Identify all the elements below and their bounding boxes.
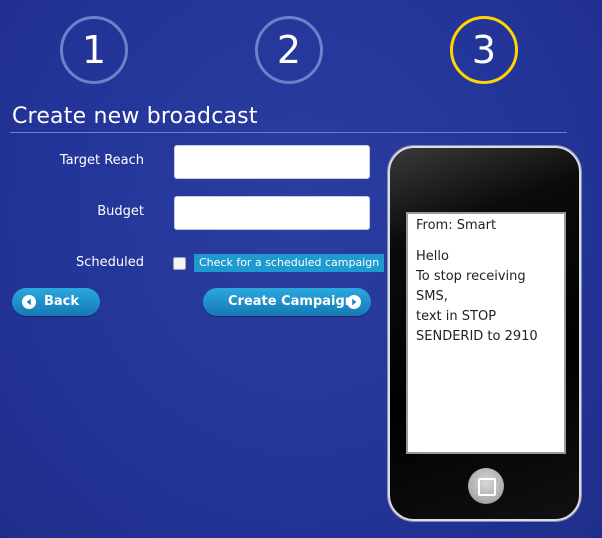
sms-line: SENDERID to 2910 bbox=[416, 329, 538, 344]
step-3-indicator: 3 bbox=[450, 16, 518, 84]
target-reach-label: Target Reach bbox=[59, 153, 144, 168]
create-campaign-button[interactable]: Create Campaign bbox=[203, 288, 371, 316]
scheduled-hint-label: Check for a scheduled campaign bbox=[194, 254, 385, 272]
back-button-label: Back bbox=[44, 294, 80, 309]
sms-message-body: Hello To stop receiving SMS, text in STO… bbox=[416, 247, 556, 347]
step-2-indicator: 2 bbox=[255, 16, 323, 84]
title-divider bbox=[10, 132, 567, 133]
sms-line: text in STOP bbox=[416, 309, 497, 324]
budget-input[interactable] bbox=[174, 196, 370, 230]
home-square-icon bbox=[478, 478, 496, 496]
sms-line: To stop receiving SMS, bbox=[416, 269, 526, 304]
back-button[interactable]: Back bbox=[12, 288, 100, 316]
budget-label: Budget bbox=[97, 204, 144, 219]
step-1-indicator: 1 bbox=[60, 16, 128, 84]
scheduled-label: Scheduled bbox=[76, 255, 144, 270]
sms-sender: From: Smart bbox=[416, 218, 497, 233]
arrow-left-circle-icon bbox=[22, 295, 36, 309]
sms-line: Hello bbox=[416, 249, 449, 264]
phone-preview: From: Smart Hello To stop receiving SMS,… bbox=[388, 146, 581, 521]
sms-preview-screen: From: Smart Hello To stop receiving SMS,… bbox=[406, 212, 566, 454]
home-button-icon bbox=[468, 468, 504, 504]
target-reach-input[interactable] bbox=[174, 145, 370, 179]
arrow-right-circle-icon bbox=[347, 295, 361, 309]
page-title: Create new broadcast bbox=[12, 104, 258, 129]
create-campaign-button-label: Create Campaign bbox=[228, 294, 355, 309]
scheduled-checkbox[interactable] bbox=[173, 257, 186, 270]
